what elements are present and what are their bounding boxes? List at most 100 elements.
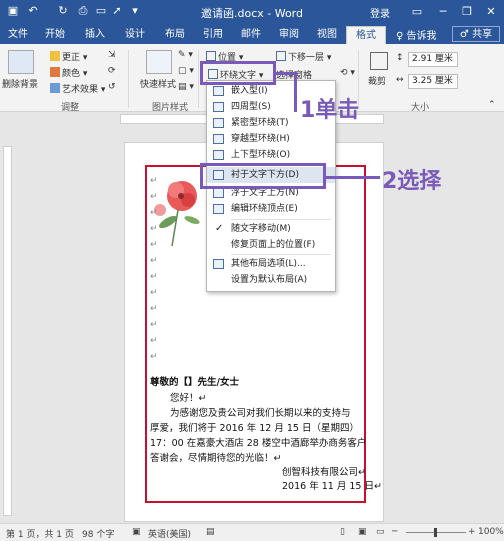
read-mode-icon[interactable]: ▯ [340,527,345,537]
print-preview-icon[interactable]: ⎙ [76,4,90,18]
menu-divider [231,254,331,255]
tab-design[interactable]: 设计 [118,26,152,44]
remove-background-label[interactable]: 删除背景 [2,77,38,90]
wrap-through-icon [213,134,224,144]
menu-item-more-layout[interactable]: 其他布局选项(L)... [207,256,335,272]
rotate-icon[interactable]: ⟲ ▾ [340,68,355,78]
language-status[interactable]: 英语(美国) [148,527,191,540]
wrap-top-bottom-icon [213,150,224,160]
picture-layout-icon[interactable]: ▤ ▾ [178,82,194,92]
title-bar: ▣ ↶ ↻ ⎙ ▭ ➚ ▾ 邀请函.docx - Word 登录 ▭ ─ ❐ ✕ [0,0,504,24]
tab-mailings[interactable]: 邮件 [234,26,268,44]
page-count[interactable]: 第 1 页，共 1 页 [6,527,74,540]
paragraph-mark: ↵ [150,336,158,346]
redo-icon[interactable]: ↻ [56,4,70,18]
highlight-behind-text [200,163,326,189]
edit-points-icon [213,204,224,214]
quick-styles-label[interactable]: 快速样式 [140,77,176,90]
divider [198,50,199,108]
quick-styles-icon[interactable] [146,50,172,74]
share-button[interactable]: ♂ 共享 [452,26,500,42]
tab-references[interactable]: 引用 [196,26,230,44]
letter-body-line: 为感谢您及贵公司对我们长期以来的支持与 [170,408,351,419]
corrections-button[interactable]: 更正 ▾ [50,50,87,63]
wrap-inline-icon [213,86,224,96]
picture-border-icon[interactable]: ✎ ▾ [178,50,193,60]
change-picture-icon[interactable]: ⟳ [108,66,116,76]
status-bar: 第 1 页，共 1 页 98 个字 ▣ 英语(美国) ▤ ▯ ▣ ▭ ─ + 1… [0,523,504,541]
paragraph-mark: ↵ [150,288,158,298]
tab-home[interactable]: 开始 [38,26,72,44]
paragraph-mark: ↵ [150,208,158,218]
open-icon[interactable]: ▭ [94,4,108,18]
position-icon [206,51,216,61]
letter-signature: 创智科技有限公司↵ [282,467,366,478]
paragraph-mark: ↵ [150,224,158,234]
paragraph-mark: ↵ [150,176,158,186]
paragraph-mark: ↵ [150,352,158,362]
annotation-step-1: 1单击 [300,98,360,123]
palette-icon [50,67,60,77]
undo-icon[interactable]: ↶ [26,4,40,18]
brush-icon [50,83,60,93]
annotation-line [276,72,296,75]
paragraph-mark: ↵ [150,320,158,330]
save-icon[interactable]: ▣ [6,4,20,18]
check-icon: ✓ [215,223,224,234]
zoom-out-button[interactable]: ─ [392,527,397,537]
crop-icon[interactable] [370,52,388,70]
reset-picture-icon[interactable]: ↺ [108,82,116,92]
ribbon-tabs: 文件 开始 插入 设计 布局 引用 邮件 审阅 视图 格式 ♀ 告诉我 ♂ 共享 [0,24,504,44]
login-link[interactable]: 登录 [370,5,390,20]
layout-icon[interactable]: ▤ [206,527,215,537]
word-count[interactable]: 98 个字 [82,527,114,540]
layout-options-icon [213,259,224,269]
web-layout-icon[interactable]: ▭ [376,527,385,537]
wrap-in-front-icon [213,188,224,198]
letter-hello: 您好！↵ [170,393,207,404]
picture-effects-icon[interactable]: ▢ ▾ [178,66,194,76]
customize-qat-icon[interactable]: ▾ [128,4,142,18]
collapse-ribbon-icon[interactable]: ⌃ [488,100,496,110]
send-backward-button[interactable]: 下移一层 ▾ [276,50,331,63]
letter-greeting: 尊敬的【】先生/女士 [150,377,239,388]
tab-view[interactable]: 视图 [310,26,344,44]
proofing-icon[interactable]: ▣ [132,527,141,537]
tell-me-box[interactable]: ♀ 告诉我 [396,27,437,42]
minimize-button[interactable]: ─ [430,2,456,22]
tab-layout[interactable]: 布局 [158,26,192,44]
zoom-thumb[interactable] [434,528,437,537]
annotation-line [294,72,297,112]
crop-label[interactable]: 裁剪 [368,74,386,87]
compress-icon[interactable]: ⇲ [108,50,116,60]
color-button[interactable]: 颜色 ▾ [50,66,87,79]
restore-button[interactable]: ❐ [454,2,480,22]
paragraph-mark: ↵ [150,256,158,266]
zoom-in-button[interactable]: + [468,527,476,537]
remove-background-icon[interactable] [8,50,34,74]
menu-item-fix-position[interactable]: 修复页面上的位置(F) [207,237,335,253]
width-field[interactable]: 3.25 厘米 [408,74,458,89]
menu-item-edit-wrap-points[interactable]: 编辑环绕顶点(E) [207,201,335,217]
height-field[interactable]: 2.91 厘米 [408,52,458,67]
tab-format[interactable]: 格式 [346,26,386,44]
annotation-line [326,176,380,179]
menu-item-set-default[interactable]: 设置为默认布局(A) [207,272,335,288]
menu-item-top-bottom[interactable]: 上下型环绕(O) [207,147,335,163]
print-layout-icon[interactable]: ▣ [358,527,367,537]
zoom-level[interactable]: 100% [478,527,504,537]
ribbon-display-icon[interactable]: ▭ [404,2,430,22]
tab-review[interactable]: 审阅 [272,26,306,44]
letter-body-line: 17：00 在嘉豪大酒店 28 楼空中酒廊举办商务客户 [150,438,367,449]
tab-insert[interactable]: 插入 [78,26,112,44]
tab-file[interactable]: 文件 [4,26,32,44]
vertical-ruler [0,126,14,523]
menu-item-move-with-text[interactable]: ✓ 随文字移动(M) [207,221,335,237]
highlight-wrap-text [200,61,276,85]
close-button[interactable]: ✕ [478,2,504,22]
width-icon: ↔ [396,75,404,85]
menu-item-through[interactable]: 穿越型环绕(H) [207,131,335,147]
artistic-effects-button[interactable]: 艺术效果 ▾ [50,82,105,95]
cursor-icon[interactable]: ➚ [110,4,124,18]
send-backward-icon [276,51,286,61]
